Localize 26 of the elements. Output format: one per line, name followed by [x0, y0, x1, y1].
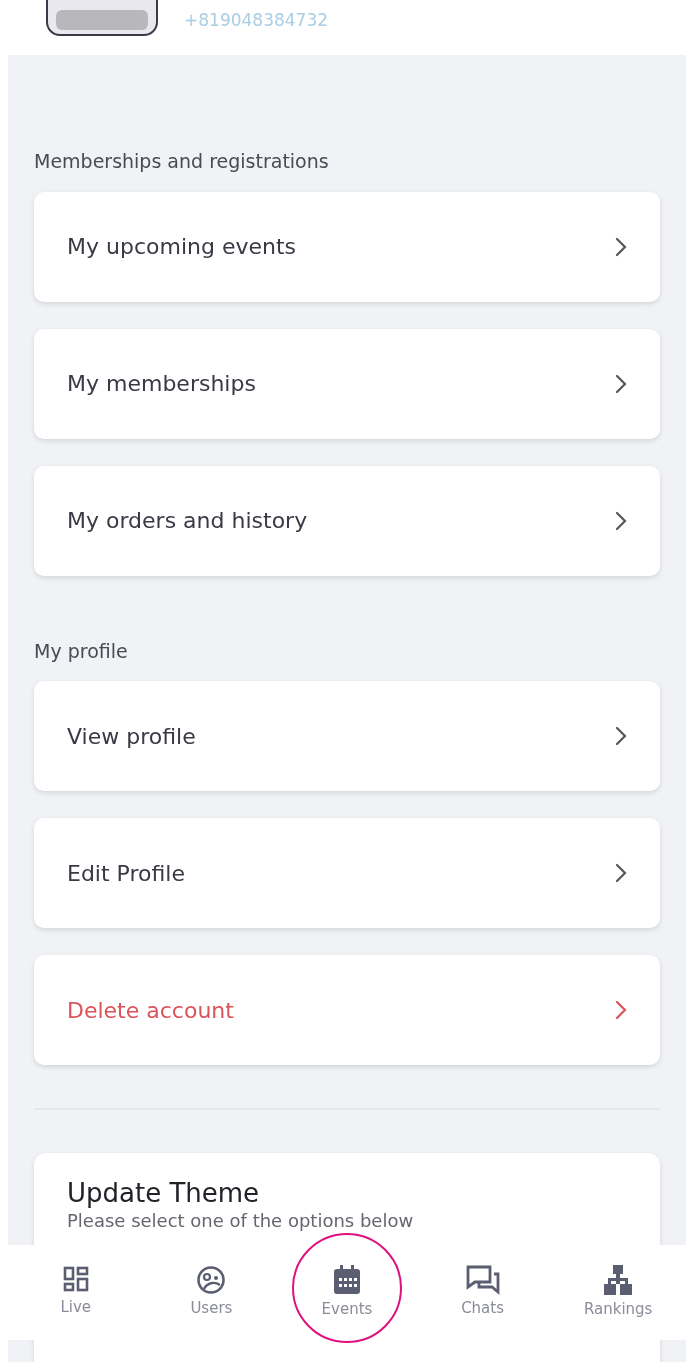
chevron-right-icon [615, 236, 627, 257]
phone-number: +819048384732 [184, 9, 329, 32]
card-subtitle: Please select one of the options below [67, 1209, 415, 1233]
card-title: Update Theme [67, 1177, 261, 1209]
nav-tab[interactable]: Live [60, 1266, 92, 1319]
nav-tab[interactable]: Events [321, 1264, 373, 1321]
menu-item[interactable]: My upcoming events [34, 191, 660, 302]
nav-tab[interactable]: Users [190, 1265, 233, 1320]
chevron-right-icon [615, 510, 627, 531]
menu-item[interactable]: My memberships [34, 328, 660, 439]
chevron-right-icon [615, 373, 627, 394]
chevron-right-icon [615, 726, 627, 746]
nav-tab[interactable]: Rankings [583, 1264, 653, 1321]
chevron-right-icon [615, 863, 627, 883]
menu-item[interactable]: View profile [34, 681, 660, 791]
menu-item[interactable]: My orders and history [34, 465, 660, 576]
calendar-icon [331, 1264, 362, 1297]
section-title: Memberships and registrations [34, 149, 330, 174]
chat-icon [465, 1265, 500, 1296]
menu-item[interactable]: Edit Profile [34, 818, 660, 928]
nav-tab[interactable]: Chats [461, 1265, 504, 1320]
face-icon [196, 1265, 227, 1296]
menu-item[interactable]: Delete account [34, 955, 660, 1065]
chevron-right-icon [615, 1000, 627, 1020]
hierarchy-icon [603, 1264, 634, 1297]
section-title: My profile [34, 638, 129, 664]
